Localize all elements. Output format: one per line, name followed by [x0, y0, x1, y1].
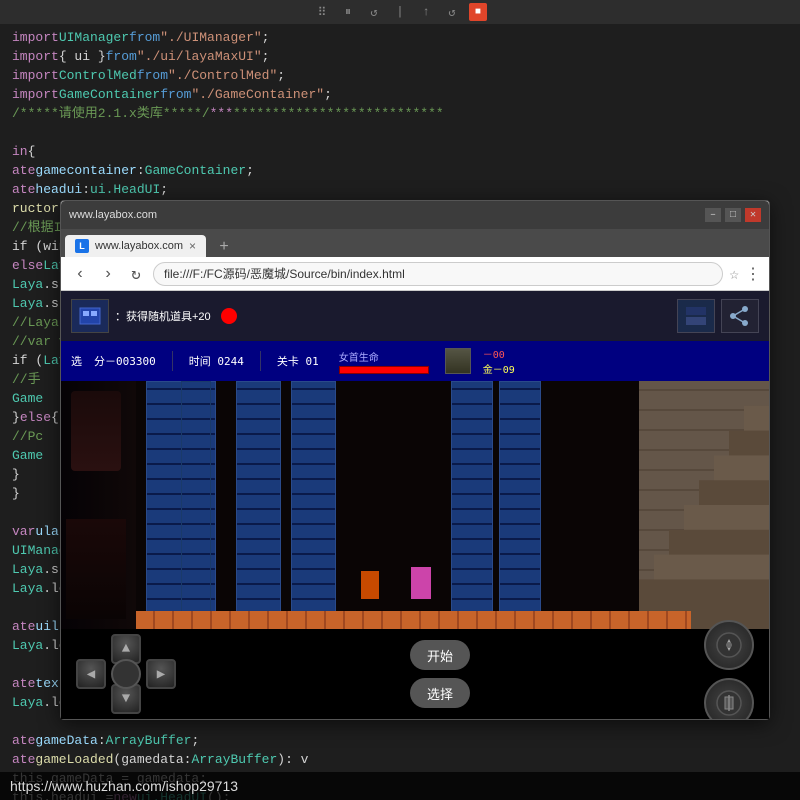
watermark-text: https://www.huzhan.com/ishop29713: [10, 778, 238, 794]
time-label: 时间 0244: [189, 353, 244, 369]
taskbar-stop-icon[interactable]: ■: [469, 3, 487, 21]
browser-restore-button[interactable]: □: [725, 208, 741, 222]
health-area: 女首生命: [339, 349, 429, 374]
platform-group-3: [451, 381, 541, 629]
platform-col-3: [236, 381, 281, 629]
hp-label: －00: [483, 346, 515, 361]
taskbar: ⠿ ⏸ ↺ | ↑ ↺ ■: [0, 0, 800, 24]
platform-group-1: [141, 381, 221, 629]
back-button[interactable]: ‹: [69, 263, 91, 285]
taskbar-grid-icon[interactable]: ⠿: [313, 3, 331, 21]
hud-right-icons: [677, 299, 759, 333]
browser-window: www.layabox.com – □ ✕ L www.layabox.com …: [60, 200, 770, 720]
enemy-char: [411, 567, 431, 599]
life-prefix: 女首生命: [339, 349, 429, 364]
hud-notification: ：获得随机道具+20: [115, 308, 211, 324]
code-line-4: import GameContainer from "./GameContain…: [0, 85, 800, 104]
platform-col-2: [181, 381, 211, 629]
platform-group-2: [236, 381, 336, 629]
player-char: [361, 571, 379, 599]
platform-col-4: [291, 381, 336, 629]
tab-favicon-icon: L: [75, 239, 89, 253]
score-bar: 选 分－003300 时间 0244 关卡 01 女首生命 －00 金－09: [61, 341, 769, 381]
code-line-6: [0, 123, 800, 142]
platform-col-5: [451, 381, 493, 629]
browser-addressbar: ‹ › ↻ ☆ ⋮: [61, 257, 769, 291]
taskbar-pause-icon[interactable]: ⏸: [339, 3, 357, 21]
code-line-3: import ControlMed from "./ControlMed" ;: [0, 66, 800, 85]
dpad-left-button[interactable]: ◀: [76, 659, 106, 689]
characters-area: [356, 559, 436, 599]
start-button[interactable]: 开始: [410, 640, 470, 670]
browser-title: www.layabox.com: [69, 209, 157, 221]
gold-label: 金－09: [483, 361, 515, 376]
new-tab-button[interactable]: +: [210, 237, 238, 257]
browser-controls: – □ ✕: [705, 208, 761, 222]
action-buttons: [704, 620, 754, 719]
code-line-39: ate gameLoaded (gamedata: ArrayBuffer ):…: [0, 750, 800, 769]
browser-minimize-button[interactable]: –: [705, 208, 721, 222]
code-line-38: ate gameData : ArrayBuffer ;: [0, 731, 800, 750]
platform-col-6: [499, 381, 541, 629]
left-deco-bottom: [66, 519, 126, 619]
divider2: [260, 351, 261, 371]
refresh-button[interactable]: ↻: [125, 263, 147, 285]
stairs: [639, 381, 769, 629]
browser-close-button[interactable]: ✕: [745, 208, 761, 222]
char-icon: [445, 348, 471, 374]
score-label-prefix: 选: [71, 353, 82, 369]
score-label: 分－003300: [94, 353, 156, 369]
action-button-b[interactable]: [704, 678, 754, 719]
left-area: [61, 381, 136, 629]
select-button[interactable]: 选择: [410, 678, 470, 708]
dpad: ▲ ▼ ◀ ▶: [76, 634, 176, 714]
browser-titlebar: www.layabox.com – □ ✕: [61, 201, 769, 229]
dpad-center: [111, 659, 141, 689]
url-input[interactable]: [153, 262, 723, 286]
code-line-5: /*****请使用2.1.x类库*****/ *** *************…: [0, 104, 800, 123]
taskbar-reload-icon[interactable]: ↺: [443, 3, 461, 21]
taskbar-up-icon[interactable]: ↑: [417, 3, 435, 21]
bookmark-icon[interactable]: ☆: [729, 264, 739, 284]
game-controls: ▲ ▼ ◀ ▶ 开始 选择: [61, 629, 769, 719]
left-deco-top: [71, 391, 121, 471]
taskbar-refresh-icon[interactable]: ↺: [365, 3, 383, 21]
browser-tab-bar: L www.layabox.com × +: [61, 229, 769, 257]
code-line-7: in {: [0, 142, 800, 161]
dpad-right-button[interactable]: ▶: [146, 659, 176, 689]
code-line-8: ate gamecontainer : GameContainer ;: [0, 161, 800, 180]
stage-label: 关卡 01: [277, 353, 319, 369]
stats-area: －00 金－09: [483, 346, 515, 376]
middle-area: [346, 381, 446, 629]
browser-tab-active[interactable]: L www.layabox.com ×: [65, 235, 206, 257]
hud-heart-icon: [221, 308, 237, 324]
code-line-1: import UIManager from "./UIManager" ;: [0, 28, 800, 47]
tab-label: www.layabox.com: [95, 240, 183, 252]
divider1: [172, 351, 173, 371]
game-scene: [61, 381, 769, 629]
watermark: https://www.huzhan.com/ishop29713: [0, 772, 800, 800]
forward-button[interactable]: ›: [97, 263, 119, 285]
hud-share-icon: [721, 299, 759, 333]
code-line-2: import { ui } from "./ui/layaMaxUI" ;: [0, 47, 800, 66]
hud-map-icon: [677, 299, 715, 333]
browser-menu-icon[interactable]: ⋮: [745, 264, 761, 284]
health-bar: [339, 366, 429, 374]
game-hud: ：获得随机道具+20: [61, 291, 769, 341]
hud-item-icon: [71, 299, 109, 333]
game-floor: [136, 611, 691, 629]
code-line-9: ate headui : ui.HeadUI ;: [0, 180, 800, 199]
taskbar-separator: |: [391, 3, 409, 21]
menu-buttons: 开始 选择: [410, 640, 470, 708]
game-content: ：获得随机道具+20 选 分－003300 时间 0244: [61, 291, 769, 719]
tab-close-icon[interactable]: ×: [189, 239, 196, 253]
stairs-area: [639, 381, 769, 629]
action-button-a[interactable]: [704, 620, 754, 670]
